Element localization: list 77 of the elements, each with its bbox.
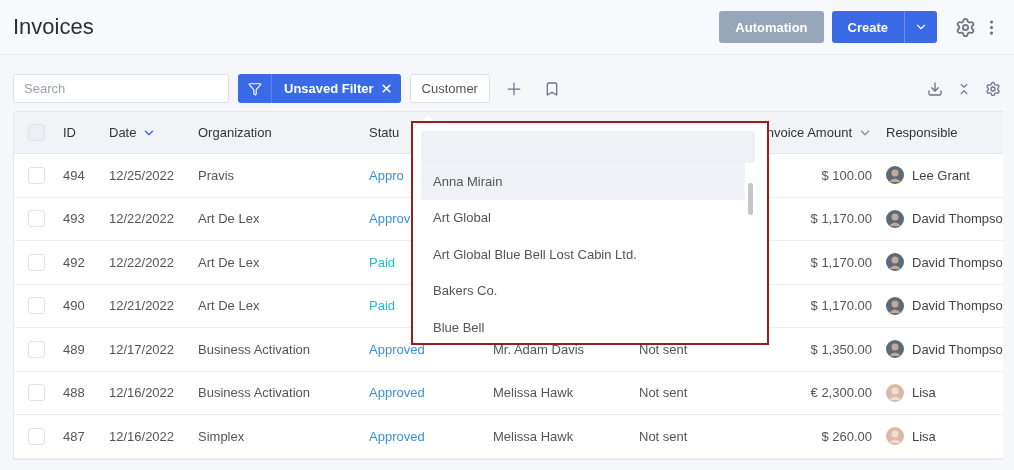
id-cell-text: 490 (63, 298, 86, 314)
responsible-name: Lee Grant (912, 167, 970, 183)
avatar-icon (886, 209, 904, 228)
organization-cell-text: Business Activation (198, 341, 311, 357)
amount-cell-text: $ 260.00 (820, 428, 872, 444)
settings-icon[interactable] (955, 16, 976, 38)
date-cell-text: 12/22/2022 (109, 254, 176, 270)
responsible-name: David Thompso (912, 341, 1003, 357)
download-icon[interactable] (927, 80, 943, 97)
organization-cell-text: Simplex (198, 428, 246, 444)
responsible-name: David Thompso (912, 254, 1003, 270)
date-cell-text: 12/25/2022 (109, 167, 176, 183)
avatar-icon (886, 296, 904, 315)
date-cell-text: 12/16/2022 (109, 385, 176, 401)
status-label: Approved (369, 428, 425, 444)
column-header[interactable]: Date (109, 125, 137, 140)
customer-cell-text: Melissa Hawk (493, 385, 575, 401)
avatar-icon (886, 253, 904, 272)
amount-cell-text: € 2,300.00 (809, 385, 872, 401)
settings-icon[interactable] (985, 80, 1001, 97)
collapse-icon[interactable] (957, 81, 971, 96)
date-cell-text: 12/17/2022 (109, 341, 176, 357)
column-header[interactable]: ID (63, 125, 76, 140)
column-header[interactable]: Responsible (886, 125, 958, 140)
row-checkbox[interactable] (28, 384, 45, 402)
date-cell-text: 12/16/2022 (109, 428, 176, 444)
organization-cell-text: Art De Lex (198, 211, 261, 227)
id-cell-text: 494 (63, 167, 86, 183)
status-label: Appro (369, 167, 404, 183)
organization-cell-text: Business Activation (198, 385, 311, 401)
sending-cell-text: Not sent (639, 341, 689, 357)
sending-cell-text: Not sent (639, 385, 689, 401)
id-cell-text: 487 (63, 428, 86, 444)
amount-cell-text: $ 1,170.00 (809, 298, 872, 314)
row-checkbox[interactable] (28, 253, 45, 271)
page-title: Invoices (13, 14, 95, 40)
status-label: Approv (369, 211, 411, 227)
customer-cell-text: Melissa Hawk (493, 428, 575, 444)
customer-button[interactable]: Customer (409, 74, 490, 103)
row-checkbox[interactable] (28, 210, 45, 228)
organization-cell-text: Art De Lex (198, 298, 261, 314)
date-cell-text: 12/21/2022 (109, 298, 176, 314)
id-cell-text: 488 (63, 385, 86, 401)
avatar-icon (886, 166, 904, 185)
status-label: Approved (369, 341, 425, 357)
status-label: Paid (369, 298, 396, 314)
amount-cell-text: $ 1,350.00 (809, 341, 872, 357)
close-icon (379, 82, 393, 95)
avatar-icon (886, 340, 904, 359)
row-checkbox[interactable] (28, 340, 45, 358)
sending-cell-text: Not sent (639, 428, 689, 444)
status-label: Approved (369, 385, 425, 401)
customer-cell-text: Mr. Adam Davis (493, 341, 586, 357)
row-checkbox[interactable] (28, 166, 45, 184)
scrollbar-thumb[interactable] (747, 183, 753, 215)
row-checkbox[interactable] (28, 297, 45, 315)
responsible-name: David Thompso (912, 211, 1003, 227)
organization-cell-text: Pravis (198, 167, 236, 183)
status-label: Paid (369, 254, 396, 270)
avatar-icon (886, 427, 904, 446)
column-header[interactable]: Organization (198, 125, 272, 140)
responsible-name: David Thompso (912, 298, 1003, 314)
amount-cell-text: $ 100.00 (820, 167, 872, 183)
id-cell-text: 492 (63, 254, 86, 270)
responsible-name: Lisa (912, 385, 936, 401)
dropdown-item[interactable]: Anna Mirain (421, 163, 745, 200)
responsible-name: Lisa (912, 428, 936, 444)
date-cell-text: 12/22/2022 (109, 211, 176, 227)
organization-cell-text: Art De Lex (198, 254, 261, 270)
id-cell-text: 489 (63, 341, 86, 357)
search-field[interactable]: Search (13, 74, 229, 103)
row-checkbox[interactable] (28, 427, 45, 445)
amount-cell-text: $ 1,170.00 (809, 254, 872, 270)
amount-cell-text: $ 1,170.00 (809, 211, 872, 227)
column-header[interactable]: Statu (369, 125, 400, 140)
avatar-icon (886, 383, 904, 402)
id-cell-text: 493 (63, 211, 86, 227)
